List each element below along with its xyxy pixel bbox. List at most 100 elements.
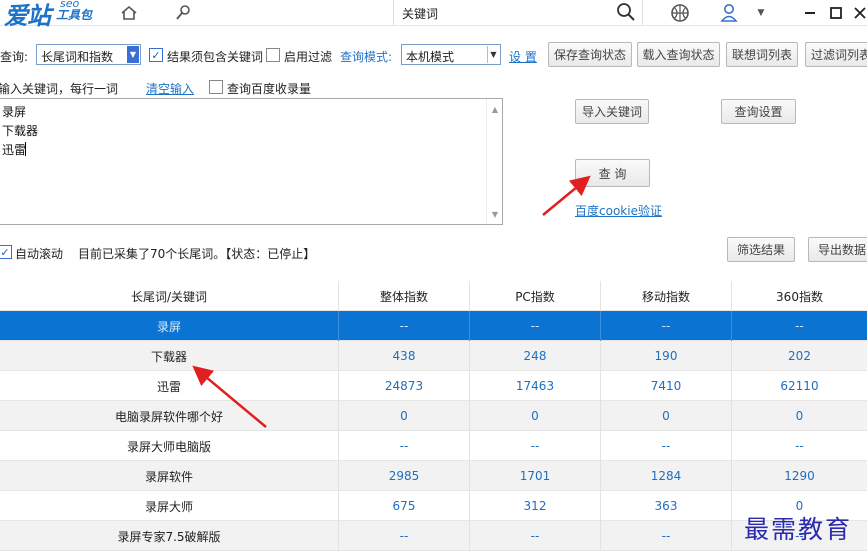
cell-keyword: 录屏大师电脑版 [0,431,339,461]
column-header-pc-index[interactable]: PC指数 [470,281,601,311]
cell-360-index: 202 [788,349,811,363]
auto-scroll-checkbox[interactable]: ✓ [0,245,12,259]
query-type-label: 查询: [0,50,29,64]
maximize-icon[interactable] [823,0,849,26]
keyword-line: 下载器 [2,124,39,138]
top-search-box[interactable]: 关键词 [393,0,643,25]
cell-mobile-index: 1284 [601,461,732,491]
keyword-line: 录屏 [2,105,27,119]
baidu-index-checkbox[interactable] [209,80,223,94]
chevron-down-icon[interactable]: ▼ [487,46,499,63]
query-mode-select[interactable]: 本机模式 ▼ [401,44,501,65]
enable-filter-checkbox[interactable] [266,48,280,62]
baidu-cookie-link[interactable]: 百度cookie验证 [575,202,662,219]
auto-scroll-label: 自动滚动 [15,247,64,261]
title-bar: 爱站 seo 工具包 关键词 ▼ [0,0,867,30]
cell-pc-index: 248 [470,341,601,371]
keyword-textarea[interactable]: 录屏 下载器 迅雷 ▲ ▼ [0,98,503,225]
cell-pc-index: -- [470,521,601,551]
cell-pc-index: 0 [470,401,601,431]
cell-keyword: 录屏 [0,311,339,341]
cell-total-index: -- [339,311,470,341]
export-data-button[interactable]: 导出数据 [808,237,867,262]
tools-icon[interactable] [172,2,194,24]
cell-keyword: 录屏专家7.5破解版 [0,521,339,551]
table-row[interactable]: 录屏大师电脑版 -- -- -- -- [0,431,867,461]
cell-mobile-index: 7410 [601,371,732,401]
cell-total-index: 0 [339,401,470,431]
input-hint: 输入关键词，每行一词 [0,82,119,96]
query-button[interactable]: 查 询 [575,159,650,187]
table-row[interactable]: 迅雷 24873 17463 7410 62110 [0,371,867,401]
cell-360-index: -- [795,319,804,333]
cell-total-index: -- [339,521,470,551]
cell-keyword: 录屏软件 [0,461,339,491]
keyword-line: 迅雷 [2,143,27,157]
search-icon[interactable] [616,2,636,25]
query-settings-button[interactable]: 查询设置 [721,99,796,124]
load-state-button[interactable]: 载入查询状态 [637,42,720,67]
close-icon[interactable] [847,0,867,26]
cell-total-index: 24873 [339,371,470,401]
status-message: 目前已采集了70个长尾词。【状态：已停止】 [78,247,316,261]
text-caret [25,142,26,156]
query-mode-label: 查询模式: [340,50,393,64]
query-type-select[interactable]: 长尾词和指数 ▼ [36,44,141,65]
query-mode-value: 本机模式 [406,50,455,64]
table-header-row: 长尾词/关键词 整体指数 PC指数 移动指数 360指数 [0,281,867,311]
cell-total-index: 438 [339,341,470,371]
settings-link[interactable]: 设 置 [509,48,537,65]
cell-mobile-index: -- [601,431,732,461]
user-dropdown-icon[interactable]: ▼ [750,2,772,24]
column-header-keyword[interactable]: 长尾词/关键词 [0,281,339,311]
enable-filter-label: 启用过滤 [284,50,333,64]
column-header-mobile-index[interactable]: 移动指数 [601,281,732,311]
cell-pc-index: -- [470,311,601,341]
cell-keyword: 电脑录屏软件哪个好 [0,401,339,431]
scroll-up-icon[interactable]: ▲ [487,101,503,117]
query-type-value: 长尾词和指数 [41,50,114,64]
cell-mobile-index: 0 [601,401,732,431]
column-header-total-index[interactable]: 整体指数 [339,281,470,311]
cell-keyword: 迅雷 [0,371,339,401]
cell-keyword: 录屏大师 [0,491,339,521]
cell-total-index: -- [339,431,470,461]
top-search-value: 关键词 [402,7,439,21]
cell-mobile-index: 190 [601,341,732,371]
assoc-list-button[interactable]: 联想词列表 [726,42,798,67]
save-state-button[interactable]: 保存查询状态 [548,42,632,67]
cell-mobile-index: -- [601,311,732,341]
filter-list-button[interactable]: 过滤词列表 [805,42,867,67]
cell-pc-index: 312 [470,491,601,521]
column-header-360-index[interactable]: 360指数 [732,281,867,311]
minimize-icon[interactable] [797,0,823,26]
contains-keyword-checkbox[interactable]: ✓ [149,48,163,62]
user-icon[interactable] [718,2,740,24]
table-row[interactable]: 电脑录屏软件哪个好 0 0 0 0 [0,401,867,431]
cell-360-index: 0 [795,409,804,423]
baidu-index-label: 查询百度收录量 [227,82,312,96]
cell-pc-index: -- [470,431,601,461]
cell-pc-index: 1701 [470,461,601,491]
cell-pc-index: 17463 [470,371,601,401]
table-row[interactable]: 录屏大师 675 312 363 0 [0,491,867,521]
cell-mobile-index: -- [601,521,732,551]
import-keywords-button[interactable]: 导入关键词 [575,99,649,124]
textarea-scrollbar[interactable]: ▲ ▼ [486,99,502,224]
cell-keyword: 下载器 [0,341,339,371]
cell-360-index: -- [795,439,804,453]
cell-360-index: 62110 [780,379,819,393]
chevron-down-icon[interactable]: ▼ [127,46,139,63]
contains-keyword-label: 结果须包含关键词 [167,50,264,64]
table-row[interactable]: 下载器 438 248 190 202 [0,341,867,371]
scroll-down-icon[interactable]: ▼ [487,206,503,222]
table-row[interactable]: 录屏软件 2985 1701 1284 1290 [0,461,867,491]
table-row[interactable]: 录屏 -- -- -- -- [0,311,867,341]
table-row[interactable]: 录屏专家7.5破解版 -- -- -- -- [0,521,867,551]
cell-total-index: 2985 [339,461,470,491]
logo-main-text: 爱站 [4,2,51,30]
clear-input-link[interactable]: 清空输入 [146,80,194,97]
basketball-icon[interactable] [669,2,691,24]
home-icon[interactable] [118,2,140,24]
filter-results-button[interactable]: 筛选结果 [727,237,795,262]
